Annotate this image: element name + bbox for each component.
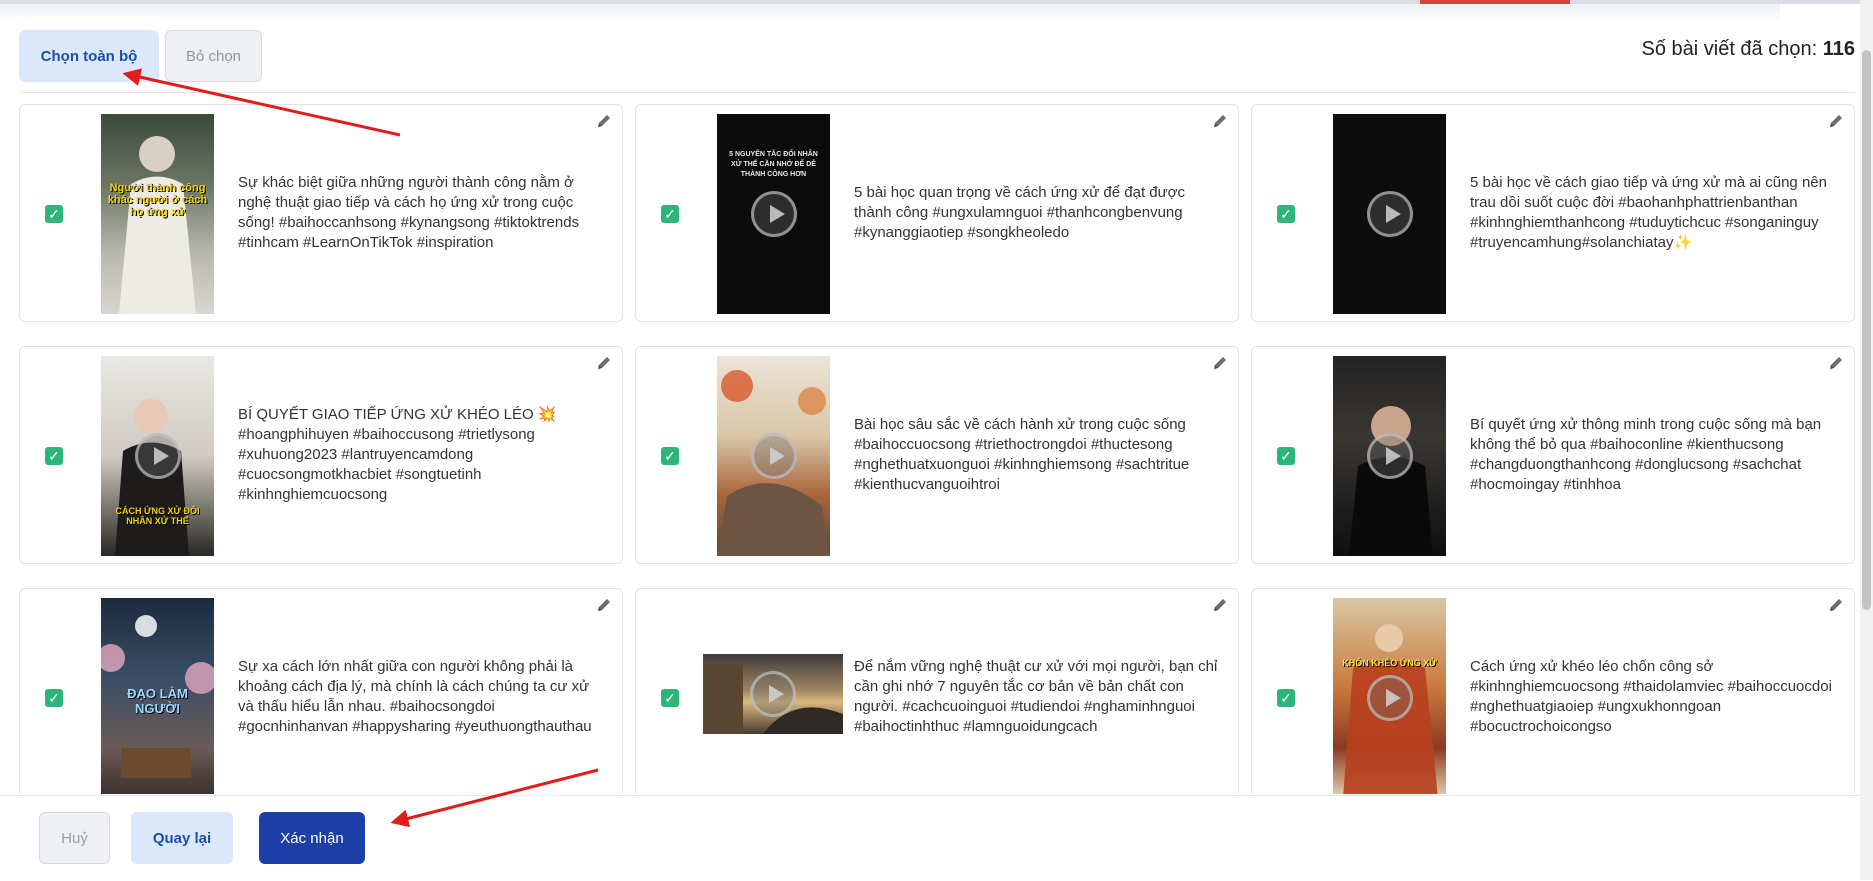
selected-count-label: Số bài viết đã chọn: <box>1641 38 1818 60</box>
post-description: 5 bài học quan trọng về cách ứng xử để đ… <box>854 184 1185 241</box>
post-description: 5 bài học về cách giao tiếp và ứng xử mà… <box>1470 174 1827 251</box>
pencil-icon[interactable] <box>1212 597 1228 613</box>
post-card[interactable]: ✓ 5 bài học về cách giao tiếp và ứng xử … <box>1251 104 1855 322</box>
post-checkbox[interactable]: ✓ <box>1277 689 1295 707</box>
selection-toolbar: Chọn toàn bộ Bỏ chọn Số bài viết đã chọn… <box>19 28 1855 82</box>
pencil-icon[interactable] <box>596 113 612 129</box>
vertical-scrollbar[interactable] <box>1860 0 1873 880</box>
post-checkbox[interactable]: ✓ <box>1277 205 1295 223</box>
play-icon <box>1366 433 1413 479</box>
play-icon <box>134 433 181 479</box>
pencil-icon[interactable] <box>596 597 612 613</box>
selected-count-value: 116 <box>1822 38 1855 60</box>
post-description: BÍ QUYẾT GIAO TIẾP ỨNG XỬ KHÉO LÉO 💥 #ho… <box>238 406 557 503</box>
select-all-button[interactable]: Chọn toàn bộ <box>19 30 159 82</box>
back-button[interactable]: Quay lại <box>131 812 233 864</box>
post-card[interactable]: ✓ 5 NGUYÊN TẮC ĐỐI NHÂN XỬ THẾ CẦN NHỚ Đ… <box>635 104 1239 322</box>
thumbnail-caption: CÁCH ỨNG XỬ ĐỐI NHÂN XỬ THẾ <box>115 506 200 526</box>
post-thumbnail[interactable]: CÁCH ỨNG XỬ ĐỐI NHÂN XỬ THẾ <box>101 356 214 556</box>
pencil-icon[interactable] <box>1828 355 1844 371</box>
top-shadow <box>0 4 1780 22</box>
post-description: Bài học sâu sắc về cách hành xử trong cu… <box>854 416 1190 493</box>
post-description: Bí quyết ứng xử thông minh trong cuộc số… <box>1470 416 1822 493</box>
play-icon <box>1366 191 1413 237</box>
pencil-icon[interactable] <box>1212 113 1228 129</box>
post-checkbox[interactable]: ✓ <box>1277 447 1295 465</box>
post-checkbox[interactable]: ✓ <box>661 205 679 223</box>
post-checkbox[interactable]: ✓ <box>45 689 63 707</box>
scrollbar-thumb[interactable] <box>1862 50 1871 610</box>
confirm-button[interactable]: Xác nhận <box>259 812 365 864</box>
deselect-button[interactable]: Bỏ chọn <box>165 30 262 82</box>
post-thumbnail[interactable]: ĐẠO LÀM NGƯỜI <box>101 598 214 794</box>
post-thumbnail[interactable] <box>1333 114 1446 314</box>
dialog-footer: Huỷ Quay lại Xác nhận <box>0 795 1860 881</box>
divider <box>19 92 1855 93</box>
post-thumbnail[interactable] <box>703 654 843 734</box>
post-thumbnail[interactable]: 5 NGUYÊN TẮC ĐỐI NHÂN XỬ THẾ CẦN NHỚ ĐỂ … <box>717 114 830 314</box>
thumbnail-caption: 5 NGUYÊN TẮC ĐỐI NHÂN XỬ THẾ CẦN NHỚ ĐỂ … <box>729 151 818 178</box>
play-icon <box>750 671 796 717</box>
post-thumbnail[interactable]: KHÔN KHÉO ỨNG XỬ <box>1333 598 1446 794</box>
pencil-icon[interactable] <box>596 355 612 371</box>
selected-count: Số bài viết đã chọn: 116 <box>1641 38 1855 61</box>
pencil-icon[interactable] <box>1212 355 1228 371</box>
post-checkbox[interactable]: ✓ <box>45 205 63 223</box>
thumbnail-caption: Người thành công khác người ở cách họ ứn… <box>107 182 208 218</box>
play-icon <box>1366 675 1413 721</box>
play-icon <box>750 433 797 479</box>
pencil-icon[interactable] <box>1828 597 1844 613</box>
post-card[interactable]: ✓ Người thành công khác người ở cách họ … <box>19 104 623 322</box>
thumbnail-caption: ĐẠO LÀM NGƯỜI <box>127 686 188 716</box>
post-description: Để nắm vững nghệ thuật cư xử với mọi ngư… <box>854 658 1218 735</box>
post-grid: ✓ Người thành công khác người ở cách họ … <box>19 104 1855 794</box>
post-thumbnail[interactable]: Người thành công khác người ở cách họ ứn… <box>101 114 214 314</box>
post-checkbox[interactable]: ✓ <box>45 447 63 465</box>
post-thumbnail[interactable] <box>1333 356 1446 556</box>
post-thumbnail[interactable] <box>717 356 830 556</box>
cancel-button[interactable]: Huỷ <box>39 812 110 864</box>
post-description: Cách ứng xử khéo léo chốn công sở #kinhn… <box>1470 658 1832 735</box>
post-card[interactable]: ✓ KHÔN KHÉO ỨNG XỬ Cách ứng xử khéo léo … <box>1251 588 1855 794</box>
post-checkbox[interactable]: ✓ <box>661 447 679 465</box>
post-card[interactable]: ✓ Bài học sâu sắc về cách hành xử trong … <box>635 346 1239 564</box>
post-description: Sự xa cách lớn nhất giữa con người không… <box>238 658 592 735</box>
thumbnail-caption: KHÔN KHÉO ỨNG XỬ <box>1342 658 1437 668</box>
post-card[interactable]: ✓ Bí quyết ứng xử thông minh trong cuộc … <box>1251 346 1855 564</box>
post-card[interactable]: ✓ ĐẠO LÀM NGƯỜI Sự xa cách lớn nhất giữa… <box>19 588 623 794</box>
post-card[interactable]: ✓ CÁCH ỨNG XỬ ĐỐI NHÂN XỬ THẾ BÍ QUYẾT G… <box>19 346 623 564</box>
post-card[interactable]: ✓ Để nắm vững nghệ thuật cư xử với mọi n… <box>635 588 1239 794</box>
play-icon <box>750 191 797 237</box>
post-description: Sự khác biệt giữa những người thành công… <box>238 174 580 251</box>
pencil-icon[interactable] <box>1828 113 1844 129</box>
post-checkbox[interactable]: ✓ <box>661 689 679 707</box>
